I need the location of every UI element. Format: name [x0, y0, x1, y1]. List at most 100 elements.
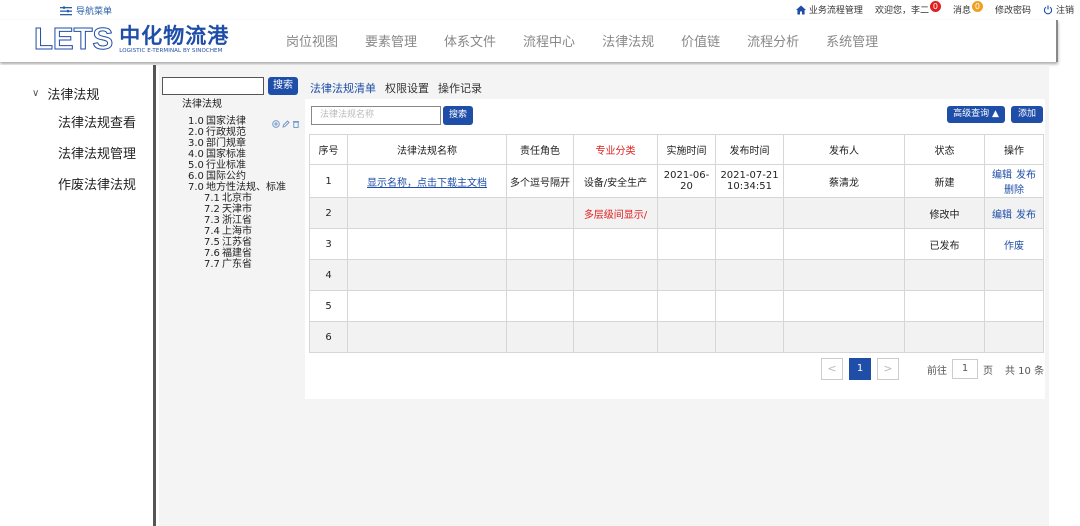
nav-menu-toggle[interactable]: 导航菜单	[60, 4, 112, 17]
cell-pub-date	[715, 259, 784, 291]
nav-item-system-docs[interactable]: 体系文件	[444, 31, 496, 50]
law-name-input[interactable]: 法律法规名称	[311, 106, 441, 125]
logo[interactable]: LETS 中化物流港 LOGISTIC E-TERMINAL BY SINOCH…	[33, 23, 229, 58]
power-icon	[1043, 5, 1053, 14]
table-row: 6	[309, 321, 1044, 353]
menu-icon	[60, 5, 72, 15]
table-header-row: 序号 法律法规名称 责任角色 专业分类 实施时间 发布时间 发布人 状态 操作	[309, 134, 1044, 165]
cell-name	[347, 321, 507, 353]
messages-badge: 0	[971, 1, 983, 12]
tab-operation-log[interactable]: 操作记录	[438, 80, 482, 96]
column-header-name: 法律法规名称	[347, 134, 507, 165]
tree-child-label: 上海市	[222, 226, 252, 237]
cell-category	[573, 259, 658, 291]
cell-pub-date	[715, 290, 784, 322]
tree-node-label: 部门规章	[206, 138, 246, 149]
sidebar-item-view-laws[interactable]: 法律法规查看	[58, 112, 136, 131]
prev-page-button[interactable]: <	[821, 358, 843, 380]
nav-item-system-admin[interactable]: 系统管理	[826, 31, 878, 50]
sidebar: ∨ 法律法规 法律法规查看 法律法规管理 作废法律法规	[0, 65, 156, 526]
nav-item-laws[interactable]: 法律法规	[602, 31, 654, 50]
download-doc-link[interactable]: 显示名称，点击下载主文档	[367, 178, 487, 189]
content-tabs: 法律法规清单 权限设置 操作记录	[310, 80, 491, 96]
table-row: 3 已发布 作废	[309, 228, 1044, 260]
add-button[interactable]: 添加	[1011, 106, 1043, 123]
nav-menu-label: 导航菜单	[76, 7, 113, 17]
cell-category	[573, 321, 658, 353]
tree-child-label: 江苏省	[222, 237, 252, 248]
cell-publisher	[783, 228, 905, 260]
delete-link[interactable]: 删除	[1004, 185, 1024, 196]
column-header-impl-date: 实施时间	[657, 134, 716, 165]
app-header: LETS 中化物流港 LOGISTIC E-TERMINAL BY SINOCH…	[0, 20, 1058, 62]
law-table: 序号 法律法规名称 责任角色 专业分类 实施时间 发布时间 发布人 状态 操作 …	[309, 134, 1044, 353]
home-icon	[795, 5, 806, 14]
column-header-role: 责任角色	[506, 134, 574, 165]
nav-item-process-center[interactable]: 流程中心	[523, 31, 575, 50]
tab-permissions[interactable]: 权限设置	[385, 80, 429, 96]
cell-category: 多层级间显示/	[573, 197, 658, 229]
cell-name	[347, 228, 507, 260]
cell-role	[506, 259, 574, 291]
sidebar-group-laws[interactable]: ∨ 法律法规	[32, 84, 99, 103]
logout-link[interactable]: 注销	[1043, 3, 1074, 16]
nav-item-elements[interactable]: 要素管理	[365, 31, 417, 50]
cell-impl-date	[657, 259, 716, 291]
trash-icon[interactable]	[292, 120, 300, 128]
cell-index: 2	[309, 197, 348, 229]
nav-item-position-view[interactable]: 岗位视图	[286, 31, 338, 50]
tree-node-label: 国家标准	[206, 149, 246, 160]
cell-category	[573, 228, 658, 260]
tree-root[interactable]: 法律法规	[182, 99, 222, 111]
cell-category: 设备/安全生产	[573, 164, 658, 198]
tree-child-num: 7.7	[204, 259, 220, 270]
tree-search-button[interactable]: 搜索	[268, 77, 298, 95]
column-header-index: 序号	[309, 134, 348, 165]
tree-node-label: 行业标准	[206, 160, 246, 171]
tree-node-label: 行政规范	[206, 127, 246, 138]
next-page-button[interactable]: >	[877, 358, 899, 380]
cell-status	[904, 259, 985, 291]
tree-node-actions	[272, 120, 300, 128]
page-1-button[interactable]: 1	[849, 358, 871, 380]
cell-index: 1	[309, 164, 348, 198]
void-link[interactable]: 作废	[1004, 241, 1024, 252]
goto-page-input[interactable]: 1	[952, 359, 978, 379]
publish-link[interactable]: 发布	[1016, 170, 1036, 181]
advanced-search-button[interactable]: 高级查询 ▲	[947, 106, 1005, 123]
tree-child[interactable]: 7.7 广东省	[204, 259, 252, 271]
cell-pub-date	[715, 197, 784, 229]
cell-status: 修改中	[904, 197, 985, 229]
workflow-link[interactable]: 业务流程管理	[795, 3, 863, 16]
cell-index: 4	[309, 259, 348, 291]
cell-impl-date	[657, 228, 716, 260]
welcome-text: 欢迎您，李二	[874, 6, 929, 16]
messages-link[interactable]: 消息 0	[953, 1, 983, 16]
cell-status	[904, 290, 985, 322]
edit-icon[interactable]	[282, 120, 290, 128]
nav-item-value-chain[interactable]: 价值链	[681, 31, 720, 50]
edit-link[interactable]: 编辑	[992, 210, 1012, 221]
welcome-user[interactable]: 欢迎您，李二 0	[874, 1, 941, 16]
sidebar-item-manage-laws[interactable]: 法律法规管理	[58, 143, 136, 162]
law-search-button[interactable]: 搜索	[443, 106, 473, 125]
cell-ops: 编辑 发布删除	[984, 164, 1044, 198]
tree-node-label: 地方性法规、标准	[206, 182, 286, 193]
column-header-status: 状态	[904, 134, 985, 165]
nav-item-process-analysis[interactable]: 流程分析	[747, 31, 799, 50]
tab-law-list[interactable]: 法律法规清单	[310, 80, 376, 96]
change-password-link[interactable]: 修改密码	[995, 3, 1031, 16]
cell-name	[347, 290, 507, 322]
logout-label: 注销	[1055, 6, 1074, 16]
cell-role	[506, 228, 574, 260]
main-nav: 岗位视图 要素管理 体系文件 流程中心 法律法规 价值链 流程分析 系统管理	[286, 31, 905, 50]
workflow-label: 业务流程管理	[808, 6, 863, 16]
cell-ops: 编辑 发布	[984, 197, 1044, 229]
add-circle-icon[interactable]	[272, 120, 280, 128]
cell-status: 新建	[904, 164, 985, 198]
tree-search-input[interactable]	[162, 77, 264, 95]
sidebar-item-void-laws[interactable]: 作废法律法规	[58, 174, 136, 193]
edit-link[interactable]: 编辑	[992, 170, 1012, 181]
publish-link[interactable]: 发布	[1016, 210, 1036, 221]
cell-index: 3	[309, 228, 348, 260]
